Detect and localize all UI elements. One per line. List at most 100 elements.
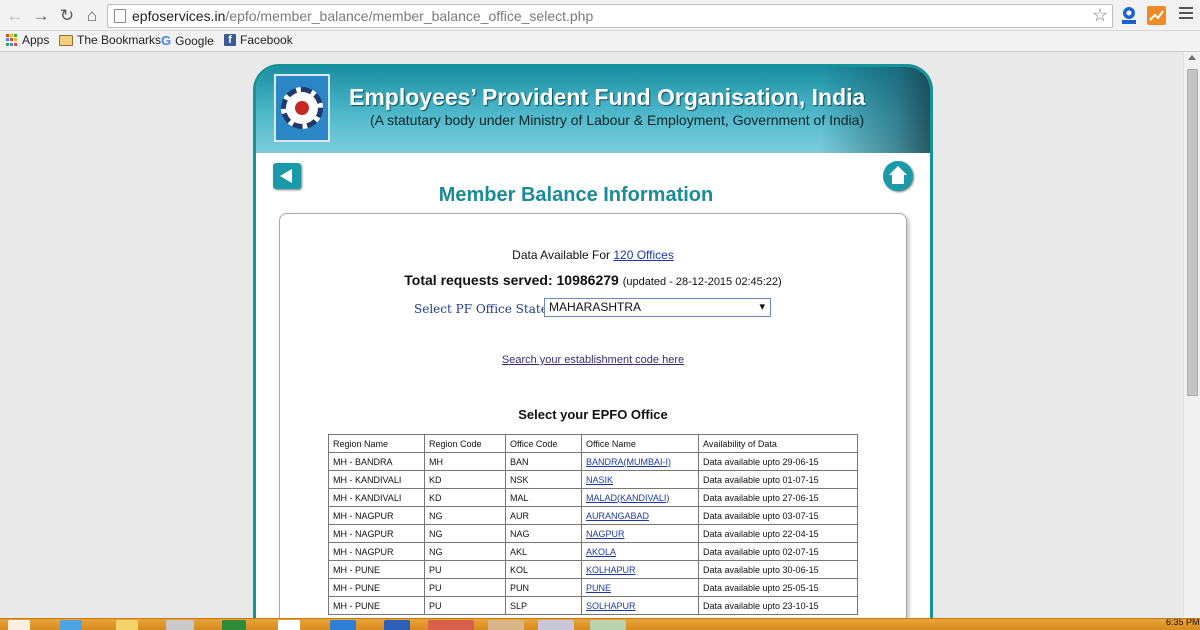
page-scrollbar[interactable] [1183, 52, 1200, 618]
scroll-up-arrow-icon[interactable] [1188, 55, 1196, 60]
table-row: MH - BANDRA MH BAN BANDRA(MUMBAI-I) Data… [328, 452, 858, 471]
office-link[interactable]: KOLHAPUR [586, 565, 636, 575]
table-header-row: Region Name Region Code Office Code Offi… [328, 434, 858, 453]
data-available-label: Data Available For [512, 248, 610, 262]
taskbar-item-ie[interactable] [60, 620, 82, 630]
analytics-extension-icon[interactable] [1147, 6, 1166, 25]
column-header: Availability of Data [698, 434, 858, 453]
taskbar-item-doc[interactable] [278, 620, 300, 630]
bookmark-label: The Bookmarks [77, 33, 162, 47]
taskbar-item-blue[interactable] [330, 620, 356, 630]
bookmark-apps[interactable]: Apps [6, 33, 49, 47]
state-select-value: MAHARASHTRA [549, 300, 642, 314]
office-name-cell: MALAD(KANDIVALI) [581, 488, 699, 507]
taskbar-item-app2[interactable] [488, 620, 524, 630]
availability-cell: Data available upto 03-07-15 [698, 506, 858, 525]
table-row: MH - NAGPUR NG AKL AKOLA Data available … [328, 542, 858, 561]
epfo-logo [274, 74, 330, 142]
back-arrow-icon[interactable]: ← [4, 5, 26, 27]
apps-icon [6, 34, 18, 46]
reload-icon[interactable]: ↻ [56, 5, 78, 27]
bookmark-label: Facebook [240, 33, 293, 47]
region-code-cell: PU [424, 560, 506, 579]
site-title: Employees’ Provident Fund Organisation, … [349, 84, 866, 110]
office-name-cell: AKOLA [581, 542, 699, 561]
taskbar-item-excel[interactable] [222, 620, 246, 630]
taskbar-item-word2[interactable] [538, 620, 574, 630]
office-link[interactable]: AURANGABAD [586, 511, 649, 521]
office-name-cell: NAGPUR [581, 524, 699, 543]
office-link[interactable]: PUNE [586, 583, 611, 593]
office-link[interactable]: BANDRA(MUMBAI-I) [586, 457, 671, 467]
bookmark-facebook[interactable]: f Facebook [224, 33, 293, 47]
bookmark-label: Apps [22, 33, 50, 47]
taskbar-clock[interactable]: 6:35 PM [1166, 619, 1200, 627]
region-code-cell: MH [424, 452, 506, 471]
bookmarks-bar: Apps The Bookmarks G Google f Facebook [0, 31, 1200, 52]
taskbar-item-chrome[interactable] [428, 620, 474, 630]
home-icon[interactable]: ⌂ [81, 5, 103, 27]
availability-cell: Data available upto 22-04-15 [698, 524, 858, 543]
taskbar-item-folder[interactable] [116, 620, 138, 630]
region-name-cell: MH - PUNE [328, 596, 425, 615]
page-icon [114, 9, 126, 23]
taskbar-item-excel2[interactable] [590, 620, 626, 630]
bookmark-google[interactable]: G Google [161, 33, 214, 48]
region-code-cell: PU [424, 596, 506, 615]
address-bar[interactable]: epfoservices.in/epfo/member_balance/memb… [107, 4, 1113, 28]
star-icon[interactable]: ☆ [1092, 5, 1108, 26]
folder-icon [59, 34, 73, 46]
offices-link[interactable]: 120 Offices [613, 248, 673, 262]
office-link[interactable]: NASIK [586, 475, 613, 485]
availability-cell: Data available upto 29-06-15 [698, 452, 858, 471]
updated-timestamp: (updated - 28-12-2015 02:45:22) [622, 276, 782, 288]
page-title: Member Balance Information [438, 184, 714, 206]
bookmark-the-bookmarks[interactable]: The Bookmarks [59, 33, 161, 47]
office-name-cell: PUNE [581, 578, 699, 597]
availability-cell: Data available upto 01-07-15 [698, 470, 858, 489]
availability-cell: Data available upto 02-07-15 [698, 542, 858, 561]
column-header: Region Code [424, 434, 506, 453]
taskbar-item-word[interactable] [384, 620, 410, 630]
facebook-icon: f [224, 34, 236, 46]
office-code-cell: AKL [505, 542, 582, 561]
extension-icon[interactable] [1119, 5, 1139, 25]
region-name-cell: MH - PUNE [328, 560, 425, 579]
region-code-cell: NG [424, 524, 506, 543]
forward-arrow-icon[interactable]: → [30, 5, 52, 27]
office-code-cell: NAG [505, 524, 582, 543]
office-link[interactable]: MALAD(KANDIVALI) [586, 493, 669, 503]
office-link[interactable]: NAGPUR [586, 529, 625, 539]
column-header: Office Name [581, 434, 699, 453]
region-code-cell: NG [424, 506, 506, 525]
taskbar-item-app[interactable] [166, 620, 194, 630]
availability-cell: Data available upto 27-06-15 [698, 488, 858, 507]
table-row: MH - NAGPUR NG AUR AURANGABAD Data avail… [328, 506, 858, 525]
establishment-code-link[interactable]: Search your establishment code here [280, 354, 906, 366]
office-code-cell: PUN [505, 578, 582, 597]
total-requests-value: Total requests served: 10986279 [404, 272, 619, 288]
site-subtitle: (A statutary body under Ministry of Labo… [370, 112, 865, 128]
state-select[interactable]: MAHARASHTRA [544, 298, 771, 317]
region-code-cell: NG [424, 542, 506, 561]
office-link[interactable]: SOLHAPUR [586, 601, 636, 611]
url-path: /epfo/member_balance/member_balance_offi… [225, 8, 594, 24]
region-name-cell: MH - KANDIVALI [328, 470, 425, 489]
url-text[interactable]: epfoservices.in/epfo/member_balance/memb… [132, 8, 593, 24]
scroll-thumb[interactable] [1187, 69, 1198, 396]
availability-cell: Data available upto 25-05-15 [698, 578, 858, 597]
region-code-cell: KD [424, 470, 506, 489]
region-code-cell: PU [424, 578, 506, 597]
office-name-cell: KOLHAPUR [581, 560, 699, 579]
office-code-cell: MAL [505, 488, 582, 507]
menu-icon[interactable] [1179, 7, 1193, 23]
state-select-label: Select PF Office State [414, 302, 548, 316]
google-icon: G [161, 33, 172, 48]
start-button[interactable] [8, 620, 30, 630]
region-name-cell: MH - NAGPUR [328, 524, 425, 543]
office-name-cell: NASIK [581, 470, 699, 489]
region-name-cell: MH - BANDRA [328, 452, 425, 471]
office-link[interactable]: AKOLA [586, 547, 616, 557]
url-host: epfoservices.in [132, 8, 226, 24]
column-header: Region Name [328, 434, 425, 453]
